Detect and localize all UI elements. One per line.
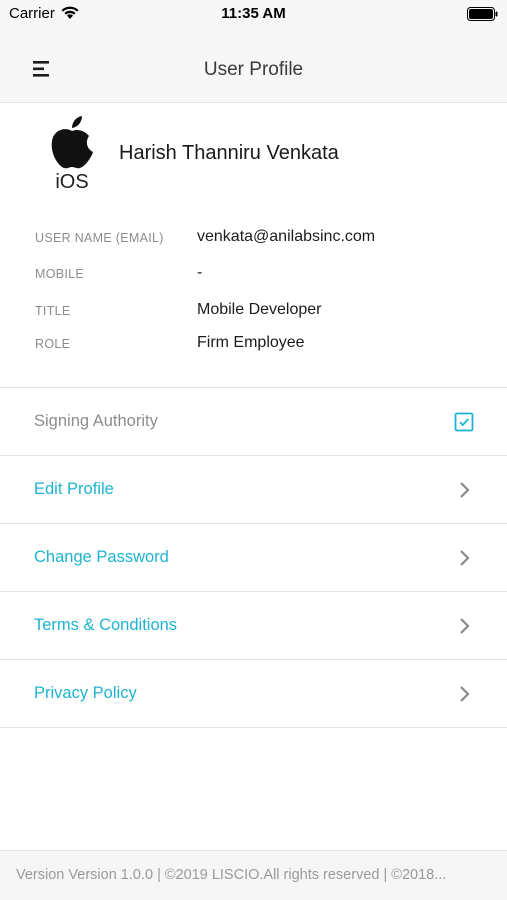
terms-conditions-row[interactable]: Terms & Conditions (0, 592, 507, 659)
status-time: 11:35 AM (221, 5, 286, 22)
signing-authority-label: Signing Authority (34, 412, 158, 430)
chevron-right-icon (459, 549, 471, 572)
chevron-right-icon (459, 481, 471, 504)
footer: Version Version 1.0.0 | ©2019 LISCIO.All… (0, 850, 507, 900)
mobile-label: MOBILE (35, 267, 85, 281)
edit-profile-row[interactable]: Edit Profile (0, 456, 507, 523)
status-bar: Carrier 11:35 AM (0, 0, 507, 28)
page-title: User Profile (203, 59, 304, 80)
avatar-label: iOS (55, 171, 88, 192)
mobile-value: - (197, 264, 203, 281)
chevron-right-icon (459, 685, 471, 708)
title-label: TITLE (35, 304, 71, 318)
profile-header: iOS Harish Thanniru Venkata (0, 112, 507, 196)
chevron-right-icon (459, 617, 471, 640)
info-row-title: TITLE Mobile Developer (0, 300, 507, 324)
footer-copyright: Version Version 1.0.0 | ©2019 LISCIO.All… (16, 867, 447, 883)
email-label: USER NAME (EMAIL) (35, 231, 164, 245)
divider (0, 727, 507, 728)
edit-profile-link[interactable]: Edit Profile (34, 480, 114, 499)
info-row-email: USER NAME (EMAIL) venkata@anilabsinc.com (0, 227, 507, 251)
info-row-mobile: MOBILE - (0, 263, 507, 287)
navigation-bar: User Profile (0, 28, 507, 103)
terms-conditions-link[interactable]: Terms & Conditions (34, 616, 177, 635)
title-value: Mobile Developer (197, 301, 322, 318)
avatar: iOS (44, 114, 100, 193)
signing-authority-row[interactable]: Signing Authority (0, 388, 507, 455)
checkbox-checked-icon[interactable] (454, 412, 474, 437)
privacy-policy-link[interactable]: Privacy Policy (34, 684, 137, 703)
role-label: ROLE (35, 337, 71, 351)
info-row-role: ROLE Firm Employee (0, 333, 507, 357)
change-password-row[interactable]: Change Password (0, 524, 507, 591)
battery-icon (467, 7, 499, 27)
profile-name: Harish Thanniru Venkata (119, 142, 339, 164)
privacy-policy-row[interactable]: Privacy Policy (0, 660, 507, 727)
role-value: Firm Employee (197, 334, 305, 351)
change-password-link[interactable]: Change Password (34, 548, 169, 567)
email-value: venkata@anilabsinc.com (197, 228, 376, 245)
